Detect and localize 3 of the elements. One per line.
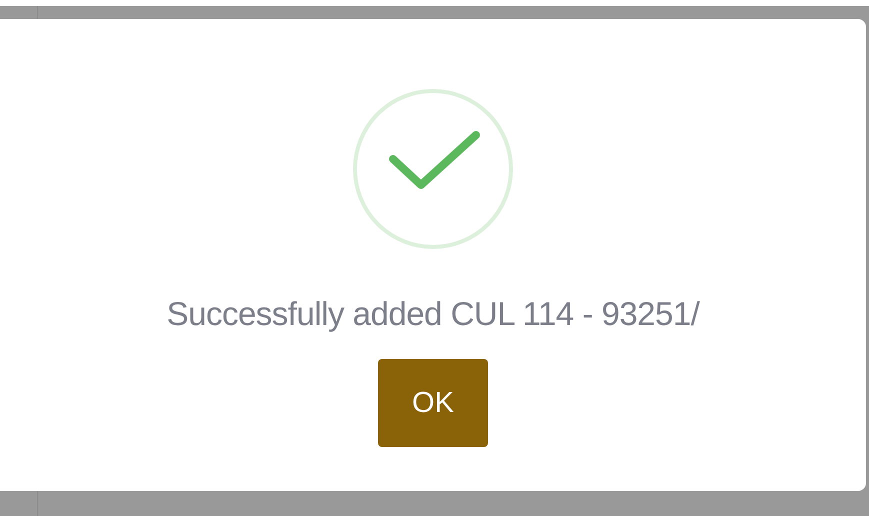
ok-button[interactable]: OK [378,359,488,447]
success-message: Successfully added CUL 114 - 93251/ [166,295,700,333]
checkmark-icon [351,87,515,251]
